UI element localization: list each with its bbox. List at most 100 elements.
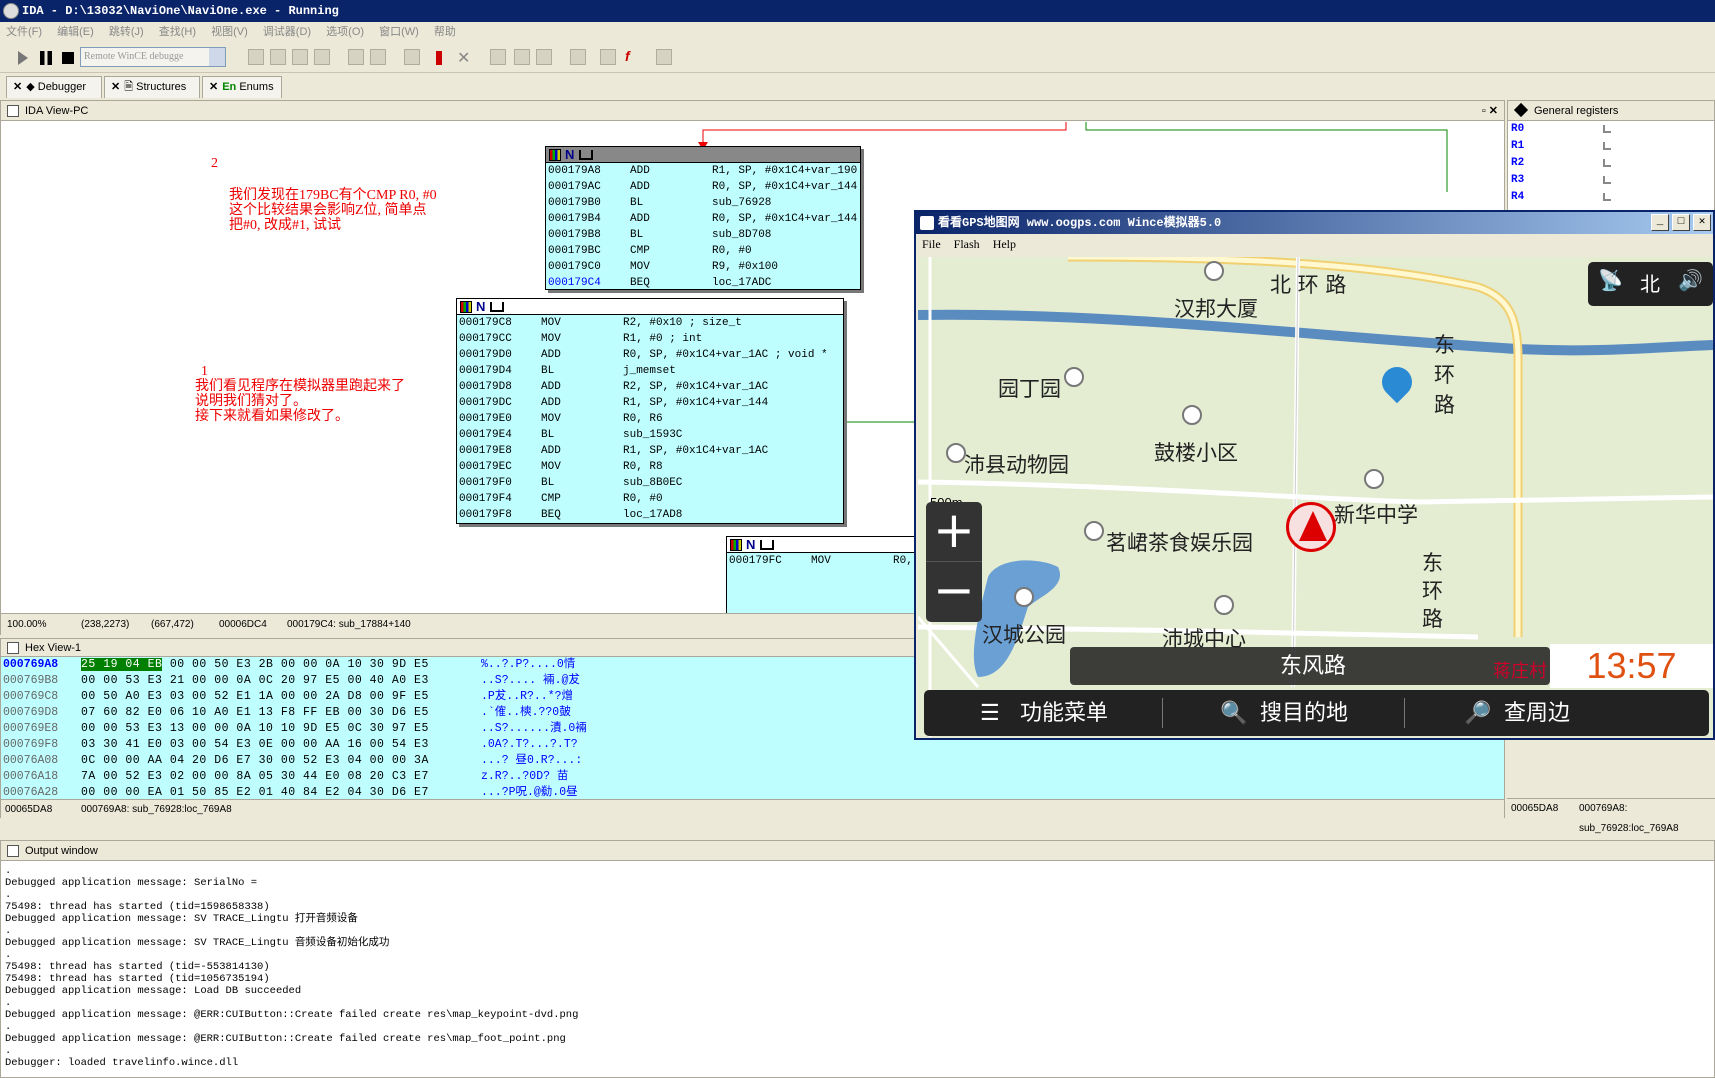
jump-arrow-icon[interactable] bbox=[1603, 176, 1611, 184]
jump-arrow-icon[interactable] bbox=[1603, 125, 1611, 133]
trace-icon[interactable] bbox=[490, 49, 506, 65]
map-view[interactable]: 北 环 路 汉邦大厦 园丁园 鼓楼小区 沛县动物园 新华中学 茗峮茶食娱乐园 汉… bbox=[918, 257, 1713, 737]
register-row[interactable]: R1 bbox=[1508, 138, 1714, 155]
instruction-row[interactable]: 000179A8 ADD R1, SP, #0x1C4+var_190 bbox=[546, 163, 860, 179]
output-log[interactable]: . Debugged application message: SerialNo … bbox=[1, 861, 1714, 1069]
close-icon[interactable]: ✕ bbox=[209, 81, 218, 93]
zoom-out-button[interactable]: − bbox=[926, 562, 982, 622]
register-row[interactable]: R4 bbox=[1508, 189, 1714, 206]
tab-enums[interactable]: ✕ En Enums bbox=[202, 76, 282, 98]
instruction-row[interactable]: 000179C4 BEQ loc_17ADC bbox=[546, 275, 860, 291]
menu-options[interactable]: 选项(O) bbox=[320, 22, 370, 42]
close-icon[interactable]: ✕ bbox=[1693, 214, 1711, 231]
run-icon[interactable] bbox=[18, 51, 29, 65]
menu-edit[interactable]: 编辑(E) bbox=[51, 22, 100, 42]
hex-row[interactable]: 00076A18 7A 00 52 E3 02 00 00 8A 05 30 44… bbox=[1, 769, 1504, 785]
school-icon[interactable] bbox=[1364, 469, 1384, 489]
instruction-row[interactable]: 000179FC MOV R0, R5 bbox=[727, 553, 945, 569]
graph-icon[interactable] bbox=[656, 49, 672, 65]
instruction-row[interactable]: 000179D0 ADD R0, SP, #0x1C4+var_1AC ; void… bbox=[457, 347, 843, 363]
menu-window[interactable]: 窗口(W) bbox=[373, 22, 425, 42]
run-to-cursor-icon[interactable] bbox=[292, 49, 308, 65]
graph-node-1[interactable]: N 000179A8 ADD R1, SP, #0x1C4+var_190 00017… bbox=[545, 146, 861, 290]
instruction-row[interactable]: 000179CC MOV R1, #0 ; int bbox=[457, 331, 843, 347]
emulator-window[interactable]: 看看GPS地图网 www.oogps.com Wince模拟器5.0 _ □ ✕… bbox=[914, 210, 1715, 740]
menu-jump[interactable]: 跳转(J) bbox=[103, 22, 150, 42]
instruction-row[interactable]: 000179F8 BEQ loc_17AD8 bbox=[457, 507, 843, 523]
list-icon[interactable] bbox=[600, 49, 616, 65]
close-icon[interactable]: ✕ bbox=[13, 81, 22, 93]
trace-remove-icon[interactable] bbox=[536, 49, 552, 65]
instruction-row[interactable]: 000179E8 ADD R1, SP, #0x1C4+var_1AC bbox=[457, 443, 843, 459]
search-destination-button[interactable]: 搜目的地 bbox=[1260, 690, 1348, 736]
register-row[interactable]: R2 bbox=[1508, 155, 1714, 172]
nearby-button[interactable]: 查周边 bbox=[1504, 690, 1570, 736]
gps-signal-icon[interactable]: 📡 bbox=[1598, 268, 1623, 293]
compass-north[interactable]: 北 bbox=[1640, 268, 1660, 297]
instruction-row[interactable]: 000179D4 BL j_memset bbox=[457, 363, 843, 379]
instruction-row[interactable]: 000179E4 BL sub_1593C bbox=[457, 427, 843, 443]
menu-view[interactable]: 视图(V) bbox=[205, 22, 254, 42]
jump-arrow-icon[interactable] bbox=[1603, 159, 1611, 167]
breakpoint-list-icon[interactable] bbox=[404, 49, 420, 65]
step-out-icon[interactable] bbox=[314, 49, 330, 65]
window-icon[interactable] bbox=[370, 49, 386, 65]
debugger-select[interactable]: Remote WinCE debugge bbox=[80, 47, 226, 67]
maximize-icon[interactable]: □ bbox=[1672, 214, 1690, 231]
function-icon[interactable]: f bbox=[624, 47, 642, 65]
chevron-down-icon[interactable] bbox=[209, 48, 225, 66]
instruction-row[interactable]: 000179D8 ADD R2, SP, #0x1C4+var_1AC bbox=[457, 379, 843, 395]
instruction-row[interactable]: 000179EC MOV R0, R8 bbox=[457, 459, 843, 475]
building-icon[interactable] bbox=[1064, 367, 1084, 387]
instruction-row[interactable]: 000179B8 BL sub_8D708 bbox=[546, 227, 860, 243]
building-icon[interactable] bbox=[1182, 405, 1202, 425]
close-icon[interactable]: ✕ bbox=[111, 81, 120, 93]
jump-arrow-icon[interactable] bbox=[1603, 142, 1611, 150]
stop-icon[interactable] bbox=[62, 52, 74, 64]
menu-help[interactable]: Help bbox=[993, 237, 1016, 251]
park-icon[interactable] bbox=[1014, 587, 1034, 607]
instruction-row[interactable]: 000179B0 BL sub_76928 bbox=[546, 195, 860, 211]
instruction-row[interactable]: 000179C8 MOV R2, #0x10 ; size_t bbox=[457, 315, 843, 331]
menu-debugger[interactable]: 调试器(D) bbox=[257, 22, 317, 42]
menu-flash[interactable]: Flash bbox=[954, 237, 980, 251]
instruction-row[interactable]: 000179C0 MOV R9, #0x100 bbox=[546, 259, 860, 275]
graph-node-2[interactable]: N 000179C8 MOV R2, #0x10 ; size_t 000179CC M… bbox=[456, 298, 844, 524]
function-menu-button[interactable]: 功能菜单 bbox=[1020, 690, 1108, 736]
zoom-in-button[interactable]: + bbox=[926, 502, 982, 562]
zoo-icon[interactable] bbox=[946, 443, 966, 463]
instruction-row[interactable]: 000179BC CMP R0, #0 bbox=[546, 243, 860, 259]
step-into-icon[interactable] bbox=[248, 49, 264, 65]
instruction-row[interactable]: 000179B4 ADD R0, SP, #0x1C4+var_144 bbox=[546, 211, 860, 227]
menu-file[interactable]: 文件(F) bbox=[0, 22, 48, 42]
bus-stop-icon[interactable] bbox=[1214, 595, 1234, 615]
tab-structures[interactable]: ✕ 🗎 Structures bbox=[104, 76, 200, 98]
restore-icon[interactable]: ▫ bbox=[1482, 105, 1486, 117]
copy-icon[interactable] bbox=[348, 49, 364, 65]
jump-arrow-icon[interactable] bbox=[1603, 193, 1611, 201]
menu-search[interactable]: 查找(H) bbox=[153, 22, 202, 42]
delete-icon[interactable]: ✕ bbox=[456, 47, 474, 67]
restaurant-icon[interactable] bbox=[1084, 521, 1104, 541]
menu-help[interactable]: 帮助 bbox=[428, 22, 462, 42]
breakpoint-icon[interactable] bbox=[436, 51, 442, 65]
instruction-row[interactable]: 000179F4 CMP R0, #0 bbox=[457, 491, 843, 507]
close-icon[interactable]: ✕ bbox=[1489, 105, 1498, 117]
register-row[interactable]: R3 bbox=[1508, 172, 1714, 189]
instruction-row[interactable]: 000179E0 MOV R0, R6 bbox=[457, 411, 843, 427]
instruction-row[interactable]: 000179AC ADD R0, SP, #0x1C4+var_144 bbox=[546, 179, 860, 195]
register-row[interactable]: R0 bbox=[1508, 121, 1714, 138]
instruction-row[interactable]: 000179F0 BL sub_8B0EC bbox=[457, 475, 843, 491]
instruction-row[interactable]: 000179DC ADD R1, SP, #0x1C4+var_144 bbox=[457, 395, 843, 411]
minimize-icon[interactable]: _ bbox=[1651, 214, 1669, 231]
speaker-icon[interactable]: 🔊 bbox=[1678, 268, 1703, 293]
script-icon[interactable] bbox=[570, 49, 586, 65]
trace-add-icon[interactable] bbox=[514, 49, 530, 65]
building-icon[interactable] bbox=[1204, 261, 1224, 281]
menu-file[interactable]: File bbox=[922, 237, 941, 251]
step-over-icon[interactable] bbox=[270, 49, 286, 65]
tab-debugger[interactable]: ✕ ◆ Debugger bbox=[6, 76, 102, 98]
hex-row[interactable]: 00076A08 0C 00 00 AA 04 20 D6 E7 30 00 52… bbox=[1, 753, 1504, 769]
graph-node-3[interactable]: N 000179FC MOV R0, R5 bbox=[726, 536, 946, 613]
pause-icon[interactable] bbox=[40, 51, 52, 65]
